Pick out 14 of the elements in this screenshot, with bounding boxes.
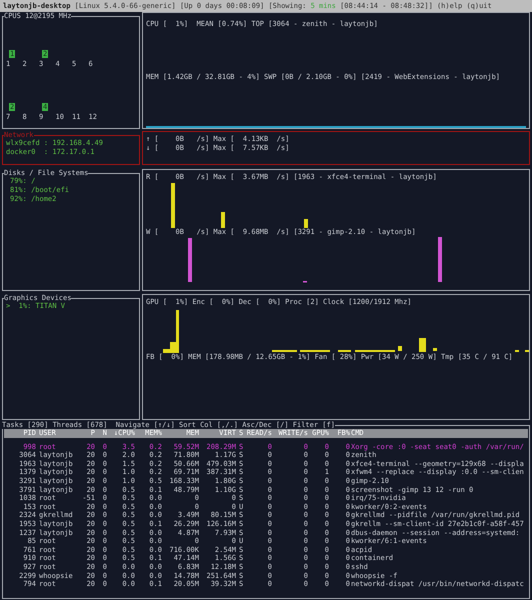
graph-bar	[355, 350, 395, 352]
graph-bar	[515, 350, 519, 352]
graph-bar	[525, 350, 529, 352]
graph-bar	[438, 236, 442, 282]
graph-bar	[398, 346, 402, 351]
graph-bar	[338, 350, 351, 352]
graph-bar	[300, 350, 330, 352]
graph-bar	[188, 238, 192, 282]
graph-bar	[419, 338, 426, 352]
graph-bar	[304, 218, 308, 228]
graph-bar	[433, 348, 437, 351]
graph-bar	[272, 350, 297, 352]
graph-bar	[221, 212, 225, 228]
graph-bar	[171, 182, 175, 228]
